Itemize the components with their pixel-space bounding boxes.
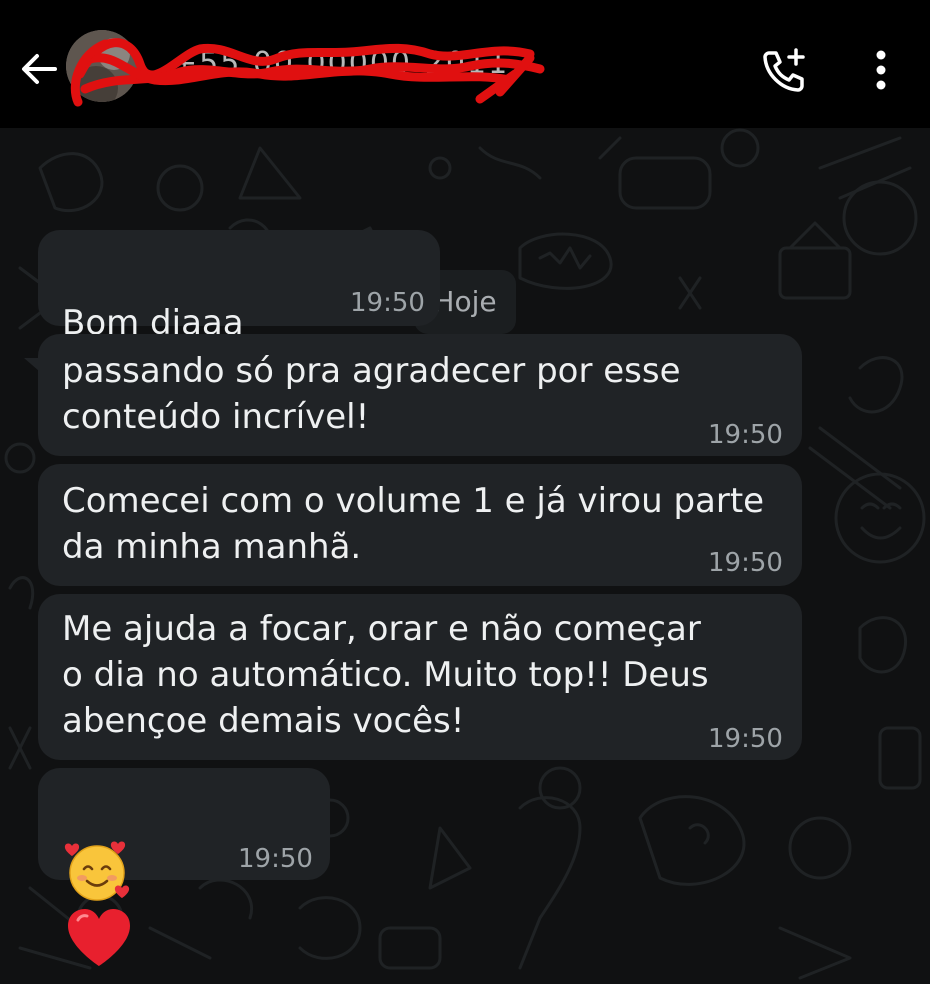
- add-call-button[interactable]: [754, 40, 814, 100]
- phone-plus-icon: [763, 48, 805, 92]
- message-bubble[interactable]: Bom diaaa 19:50: [38, 230, 440, 393]
- message-bubble[interactable]: passando só pra agradecer por esse conte…: [38, 334, 802, 456]
- chat-header: +55 00 00000-2011: [0, 0, 930, 128]
- message-time: 19:50: [350, 288, 425, 318]
- avatar[interactable]: [66, 30, 138, 102]
- red-heart-icon: [68, 909, 130, 966]
- message-bubble[interactable]: Comecei com o volume 1 e já virou parte …: [38, 464, 802, 586]
- whatsapp-chat-screen: +55 00 00000-2011 Hoje Bom diaaa 19:50 p…: [0, 0, 930, 984]
- more-options-button[interactable]: [856, 40, 906, 100]
- back-button[interactable]: [14, 44, 64, 94]
- smiling-face-with-hearts-icon: [64, 841, 130, 901]
- contact-name[interactable]: +55 00 00000-2011: [172, 44, 522, 84]
- message-text: passando só pra agradecer por esse conte…: [62, 351, 681, 437]
- message-text: Me ajuda a focar, orar e não começar o d…: [62, 609, 709, 741]
- message-text: Comecei com o volume 1 e já virou parte …: [62, 481, 765, 567]
- message-time: 19:50: [708, 548, 783, 578]
- message-text: [62, 790, 134, 970]
- message-time: 19:50: [238, 844, 313, 874]
- message-bubble[interactable]: 19:50: [38, 768, 330, 966]
- arrow-left-icon: [22, 54, 57, 84]
- message-time: 19:50: [708, 724, 783, 754]
- message-bubble[interactable]: Me ajuda a focar, orar e não começar o d…: [38, 594, 802, 760]
- more-vertical-icon: [876, 50, 886, 90]
- message-time: 19:50: [708, 420, 783, 450]
